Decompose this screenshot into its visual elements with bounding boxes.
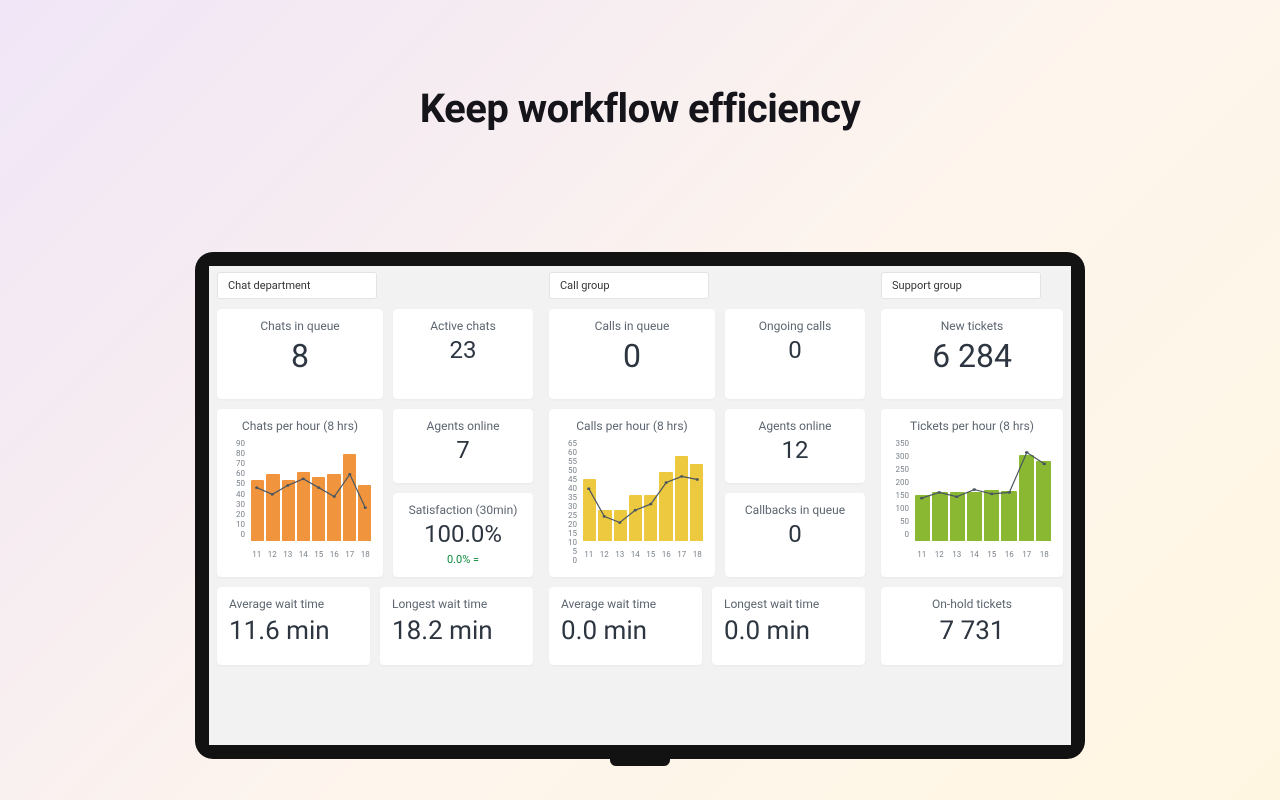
card-value: 7 731 (940, 617, 1005, 646)
column-chat: Chat department Chats in queue 8 Active … (209, 272, 541, 745)
card-agents-online-chat: Agents online 7 (393, 409, 533, 483)
chart-title: Tickets per hour (8 hrs) (891, 419, 1053, 433)
card-title: Agents online (759, 419, 832, 433)
card-longest-wait-call: Longest wait time 0.0 min (712, 587, 865, 665)
card-title: Average wait time (229, 597, 324, 611)
chart-calls-per-hour: Calls per hour (8 hrs) 65605550454035302… (549, 409, 715, 577)
card-longest-wait-chat: Longest wait time 18.2 min (380, 587, 533, 665)
tab-call-group[interactable]: Call group (549, 272, 709, 299)
card-value: 12 (782, 437, 809, 463)
chart-plot: 1112131415161718 (913, 439, 1053, 559)
chart-plot: 1112131415161718 (249, 439, 373, 559)
card-satisfaction: Satisfaction (30min) 100.0% 0.0% = (393, 493, 533, 577)
card-callbacks: Callbacks in queue 0 (725, 493, 865, 577)
card-title: Average wait time (561, 597, 656, 611)
card-title: Agents online (427, 419, 500, 433)
card-title: Satisfaction (30min) (409, 503, 518, 517)
card-value: 23 (450, 337, 477, 363)
chart-chats-per-hour: Chats per hour (8 hrs) 90807060504030201… (217, 409, 383, 577)
card-active-chats: Active chats 23 (393, 309, 533, 399)
chart-tickets-per-hour: Tickets per hour (8 hrs) 350300250200150… (881, 409, 1063, 577)
card-title: Longest wait time (724, 597, 819, 611)
card-title: New tickets (941, 319, 1004, 333)
card-value: 6 284 (932, 339, 1012, 374)
card-title: Longest wait time (392, 597, 487, 611)
chart-yaxis: 65605550454035302520151050 (559, 439, 577, 539)
card-chats-in-queue: Chats in queue 8 (217, 309, 383, 399)
card-title: On-hold tickets (932, 597, 1012, 611)
card-avg-wait-call: Average wait time 0.0 min (549, 587, 702, 665)
card-value: 8 (291, 339, 309, 374)
hero-title: Keep workflow efficiency (0, 85, 1280, 132)
device-frame: Chat department Chats in queue 8 Active … (195, 252, 1085, 759)
card-value: 100.0% (424, 521, 502, 547)
card-title: Ongoing calls (759, 319, 832, 333)
chart-xaxis: 1112131415161718 (913, 550, 1053, 559)
column-call: Call group Calls in queue 0 Ongoing call… (541, 272, 873, 745)
card-value: 18.2 min (392, 617, 493, 646)
card-value: 0 (788, 337, 802, 363)
card-new-tickets: New tickets 6 284 (881, 309, 1063, 399)
card-value: 0.0 min (561, 617, 647, 646)
chart-title: Calls per hour (8 hrs) (559, 419, 705, 433)
chart-yaxis: 9080706050403020100 (227, 439, 245, 539)
chart-xaxis: 1112131415161718 (249, 550, 373, 559)
card-value: 0 (788, 521, 802, 547)
column-support: Support group New tickets 6 284 Tickets … (873, 272, 1071, 745)
card-title: Callbacks in queue (745, 503, 845, 517)
card-title: Chats in queue (260, 319, 339, 333)
chart-yaxis: 350300250200150100500 (891, 439, 909, 539)
card-value: 11.6 min (229, 617, 330, 646)
card-value: 7 (456, 437, 470, 463)
tab-chat-department[interactable]: Chat department (217, 272, 377, 299)
card-value: 0 (623, 339, 641, 374)
card-title: Active chats (430, 319, 496, 333)
tab-support-group[interactable]: Support group (881, 272, 1041, 299)
card-ongoing-calls: Ongoing calls 0 (725, 309, 865, 399)
dashboard-screen: Chat department Chats in queue 8 Active … (209, 266, 1071, 745)
card-avg-wait-chat: Average wait time 11.6 min (217, 587, 370, 665)
chart-xaxis: 1112131415161718 (581, 550, 705, 559)
card-title: Calls in queue (595, 319, 670, 333)
satisfaction-change: 0.0% = (447, 553, 479, 566)
chart-plot: 1112131415161718 (581, 439, 705, 559)
chart-title: Chats per hour (8 hrs) (227, 419, 373, 433)
card-on-hold-tickets: On-hold tickets 7 731 (881, 587, 1063, 665)
card-value: 0.0 min (724, 617, 810, 646)
card-agents-online-call: Agents online 12 (725, 409, 865, 483)
card-calls-in-queue: Calls in queue 0 (549, 309, 715, 399)
